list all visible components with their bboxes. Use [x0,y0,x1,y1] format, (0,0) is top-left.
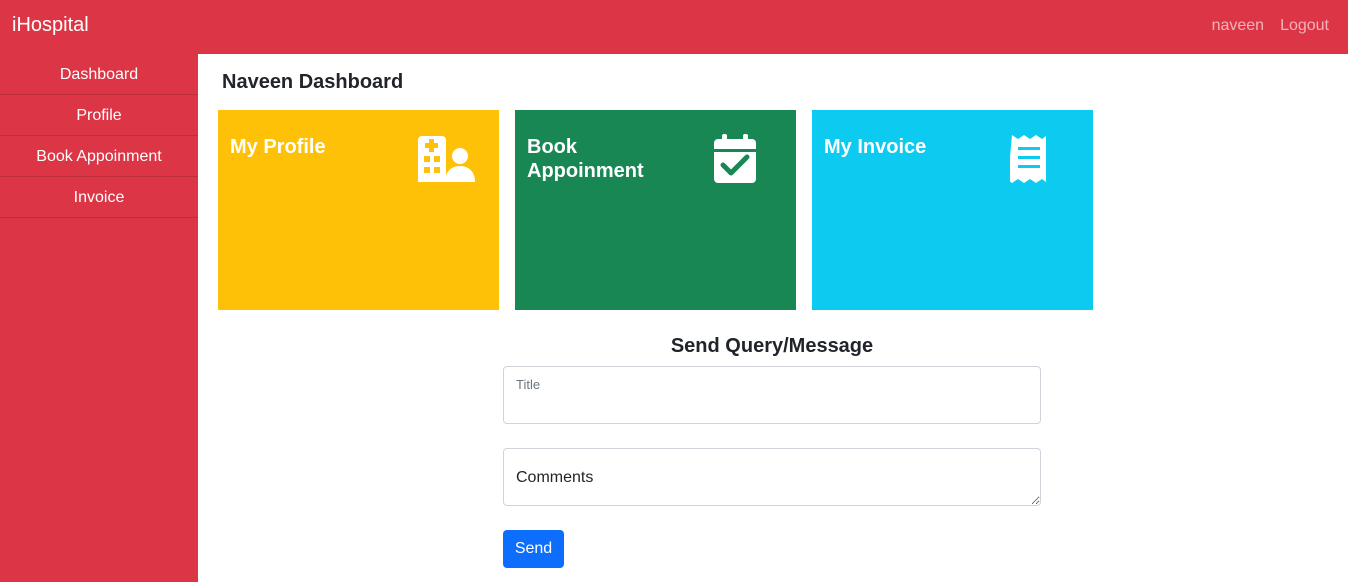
hospital-user-icon [418,136,475,182]
my-profile-card[interactable]: My Profile [218,110,499,310]
title-label: Title [516,377,541,392]
sidebar-item-book-appointment[interactable]: Book Appoinment [0,136,198,177]
calendar-check-icon [714,134,756,183]
card-title: Book Appoinment [527,136,644,182]
title-input[interactable] [516,395,1026,417]
comments-textarea[interactable] [504,449,1040,505]
sidebar: Dashboard Profile Book Appoinment Invoic… [0,54,198,582]
send-button[interactable]: Send [503,530,564,568]
page-title: Naveen Dashboard [222,71,404,93]
comments-field[interactable] [503,448,1041,506]
book-appointment-card[interactable]: Book Appoinment [515,110,796,310]
navbar-links: naveen Logout [1212,17,1329,35]
sidebar-item-invoice[interactable]: Invoice [0,177,198,218]
sidebar-item-dashboard[interactable]: Dashboard [0,54,198,95]
card-title: My Profile [230,136,326,158]
logout-link[interactable]: Logout [1280,17,1329,35]
top-navbar: iHospital naveen Logout [0,0,1348,54]
receipt-icon [1010,135,1046,183]
form-title: Send Query/Message [670,335,874,357]
brand-logo[interactable]: iHospital [12,14,89,37]
sidebar-item-profile[interactable]: Profile [0,95,198,136]
card-title: My Invoice [824,136,927,158]
my-invoice-card[interactable]: My Invoice [812,110,1093,310]
title-field[interactable]: Title [503,366,1041,424]
user-link[interactable]: naveen [1212,17,1265,35]
